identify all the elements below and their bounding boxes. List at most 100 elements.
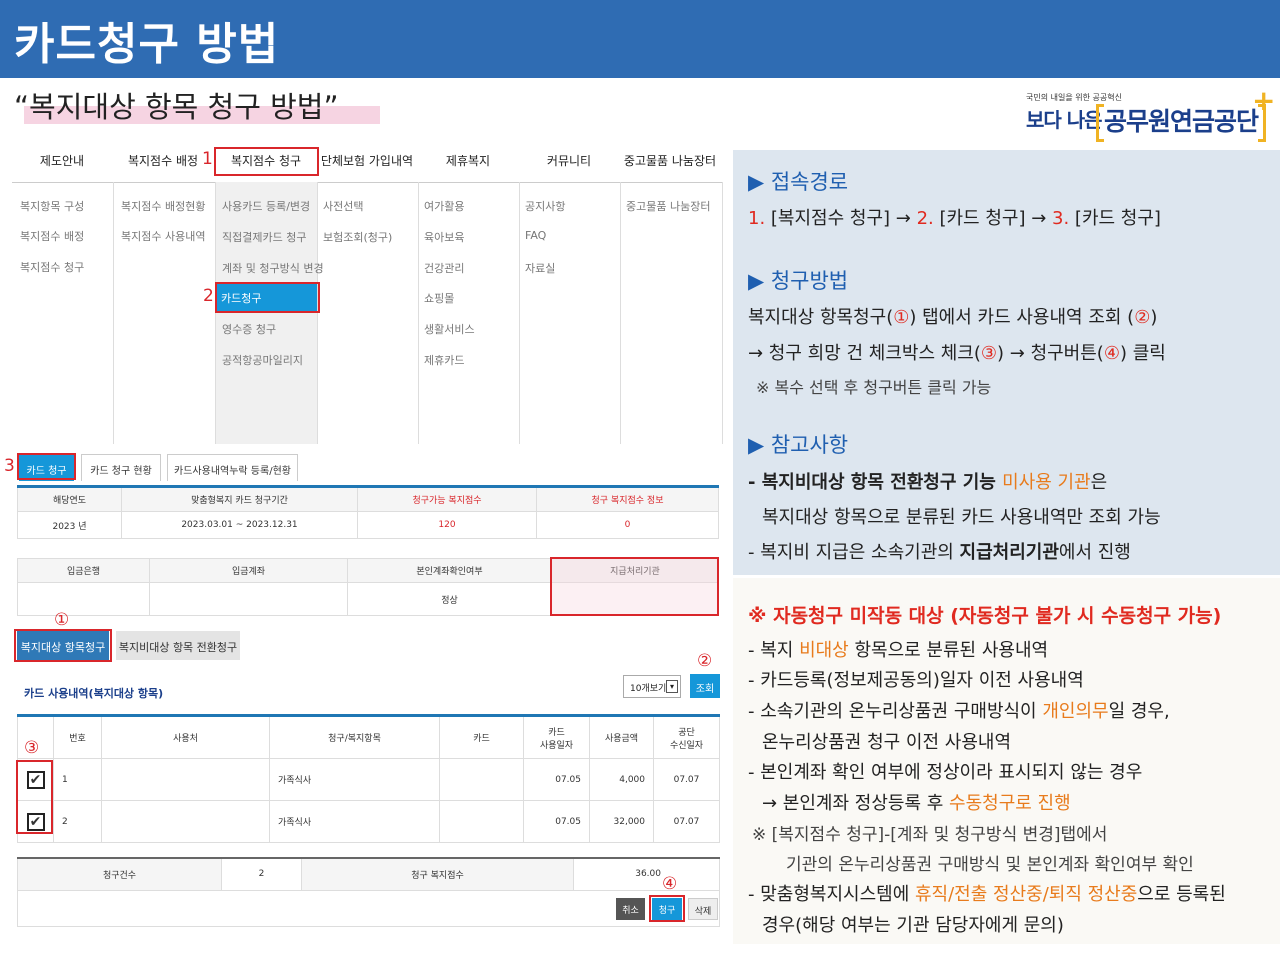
- submenu-item[interactable]: 쇼핑몰: [424, 290, 454, 306]
- method-text: ) 탭에서 카드 사용내역 조회 (: [909, 307, 1135, 328]
- submenu-item[interactable]: 복지점수 배정: [20, 228, 84, 244]
- marker-3: 3: [4, 456, 15, 476]
- submenu-item[interactable]: 제휴카드: [424, 352, 464, 368]
- reference-line-2: 복지대상 항목으로 분류된 카드 사용내역만 조회 가능: [762, 507, 1161, 528]
- subtitle: “복지대상 항목 청구 방법”: [14, 90, 339, 124]
- method-heading: ▶ 청구방법: [748, 269, 849, 293]
- page-size-value: 10개보기: [630, 684, 667, 694]
- cancel-button[interactable]: 취소: [616, 898, 645, 920]
- submenu-item[interactable]: 육아보육: [424, 229, 464, 245]
- row-date: 07.05: [523, 800, 590, 843]
- nav-item-insurance[interactable]: 단체보험 가입내역: [316, 152, 418, 169]
- note-text: - 복지: [748, 640, 800, 661]
- submenu-item[interactable]: 복지점수 배정현황: [121, 198, 205, 214]
- submenu-item[interactable]: 생활서비스: [424, 321, 475, 337]
- submenu-item[interactable]: 건강관리: [424, 260, 464, 276]
- search-button[interactable]: 조회: [690, 674, 720, 698]
- route-heading: ▶ 접속경로: [748, 170, 849, 194]
- submenu-item[interactable]: 복지점수 사용내역: [121, 228, 205, 244]
- summary-available: 120: [357, 511, 537, 539]
- submenu-item[interactable]: 복지항목 구성: [20, 198, 84, 214]
- logo-bracket-left: [1096, 104, 1104, 142]
- account-header: 입금계좌: [149, 558, 348, 583]
- nav-item-partner[interactable]: 제휴복지: [418, 152, 518, 169]
- submenu-item[interactable]: 공지사항: [525, 198, 565, 214]
- circle-1: ①: [54, 610, 70, 630]
- logo-boda: 보다 나은: [1026, 108, 1103, 132]
- mega-col-6: [620, 182, 723, 444]
- route-text-1: [복지점수 청구] →: [765, 208, 917, 229]
- claim-button-highlight: [649, 895, 685, 922]
- row-place: [101, 758, 270, 801]
- submenu-item[interactable]: 복지점수 청구: [20, 259, 84, 275]
- reference-highlight: 미사용 기관: [1002, 472, 1091, 493]
- nav-item-intro[interactable]: 제도안내: [12, 152, 112, 169]
- reference-heading: ▶ 참고사항: [748, 433, 849, 457]
- submenu-item[interactable]: 자료실: [525, 260, 555, 276]
- submenu-item[interactable]: 중고물품 나눔장터: [626, 198, 710, 214]
- note-text: - 맞춤형복지시스템에: [748, 884, 915, 905]
- tab-missing-usage[interactable]: 카드사용내역누락 등록/현황: [167, 454, 298, 481]
- note-text: - 소속기관의 온누리상품권 구매방식이: [748, 701, 1043, 722]
- submenu-item[interactable]: 사용카드 등록/변경: [222, 198, 310, 214]
- note-highlight: 수동청구로 진행: [949, 793, 1071, 814]
- table-row: ✔ 2 가족식사 07.05 32,000 07.07: [17, 800, 720, 843]
- nav-item-allocation[interactable]: 복지점수 배정: [113, 152, 213, 169]
- method-line-2: → 청구 희망 건 체크박스 체크(③) → 청구버튼(④) 클릭: [748, 339, 1166, 365]
- method-text: ): [1150, 307, 1158, 328]
- tab-claim-status[interactable]: 카드 청구 현황: [81, 454, 161, 481]
- account-header: 입금은행: [17, 558, 150, 583]
- note-line: - 카드등록(정보제공동의)일자 이전 사용내역: [748, 670, 1084, 691]
- row-place: [101, 800, 270, 843]
- method-text: ) 클릭: [1119, 343, 1166, 364]
- usage-header: 카드 사용일자: [523, 715, 590, 759]
- marker-2: 2: [203, 286, 214, 306]
- route-text-3: [카드 청구]: [1069, 208, 1161, 229]
- nav-item-community[interactable]: 커뮤니티: [519, 152, 619, 169]
- note-text: 일 경우,: [1108, 701, 1170, 722]
- row-date: 07.05: [523, 758, 590, 801]
- reference-text: - 복지비 지급은 소속기관의: [748, 542, 960, 563]
- summary-table: 해당연도 맞춤형복지 카드 청구기간 청구가능 복지점수 청구 복지점수 정보 …: [17, 485, 719, 539]
- submenu-item[interactable]: 계좌 및 청구방식 변경: [222, 260, 324, 276]
- submenu-item[interactable]: 여가활용: [424, 198, 464, 214]
- tab-nonwelfare-claim[interactable]: 복지비대상 항목 전환청구: [116, 631, 240, 660]
- agency-highlight: [550, 557, 719, 616]
- account-number: [149, 582, 348, 616]
- note-text: → 본인계좌 정상등록 후: [762, 793, 950, 814]
- totals-count-label: 청구건수: [17, 857, 222, 891]
- submenu-item[interactable]: FAQ: [525, 229, 546, 242]
- method-line-1: 복지대상 항목청구(①) 탭에서 카드 사용내역 조회 (②): [748, 303, 1157, 329]
- usage-header: 카드: [439, 715, 524, 759]
- nav-item-market[interactable]: 중고물품 나눔장터: [620, 152, 720, 169]
- method-circle-2: ②: [1134, 307, 1151, 328]
- chevron-down-icon: ▾: [666, 680, 678, 693]
- totals-count: 2: [221, 857, 302, 891]
- route-step-1: 1.: [748, 208, 766, 229]
- note-highlight: 휴직/전출 정산중/퇴직 정산중: [914, 884, 1138, 905]
- page-size-select[interactable]: 10개보기 ▾: [623, 675, 681, 698]
- note-highlight: 비대상: [799, 640, 849, 661]
- submenu-item[interactable]: 사전선택: [323, 198, 363, 214]
- method-circle-3: ③: [980, 343, 998, 364]
- submenu-item[interactable]: 영수증 청구: [222, 321, 276, 337]
- row-recv: 07.07: [653, 758, 720, 801]
- account-verified: 정상: [347, 582, 552, 616]
- note-line: - 본인계좌 확인 여부에 정상이라 표시되지 않는 경우: [748, 762, 1143, 783]
- circle-3: ③: [24, 738, 40, 758]
- note-line: 경우(해당 여부는 기관 담당자에게 문의): [762, 915, 1064, 936]
- submenu-item[interactable]: 보험조회(청구): [323, 229, 392, 245]
- reference-text: - 복지비대상 항목 전환청구 기능: [748, 472, 1003, 493]
- delete-button[interactable]: 삭제: [688, 898, 718, 920]
- table-row: ✔ 1 가족식사 07.05 4,000 07.07: [17, 758, 720, 801]
- summary-header: 맞춤형복지 카드 청구기간: [121, 486, 358, 512]
- account-bank: [17, 582, 150, 616]
- mega-col-5: [519, 182, 619, 444]
- reference-text: 은: [1090, 472, 1108, 493]
- tab-welfare-claim-highlight: [14, 629, 112, 662]
- summary-period: 2023.03.01 ~ 2023.12.31: [121, 511, 358, 539]
- submenu-item[interactable]: 직접결제카드 청구: [222, 229, 306, 245]
- submenu-item[interactable]: 공적항공마일리지: [222, 352, 303, 368]
- note-line: 온누리상품권 청구 이전 사용내역: [762, 732, 1012, 753]
- route-step-2: 2.: [916, 208, 934, 229]
